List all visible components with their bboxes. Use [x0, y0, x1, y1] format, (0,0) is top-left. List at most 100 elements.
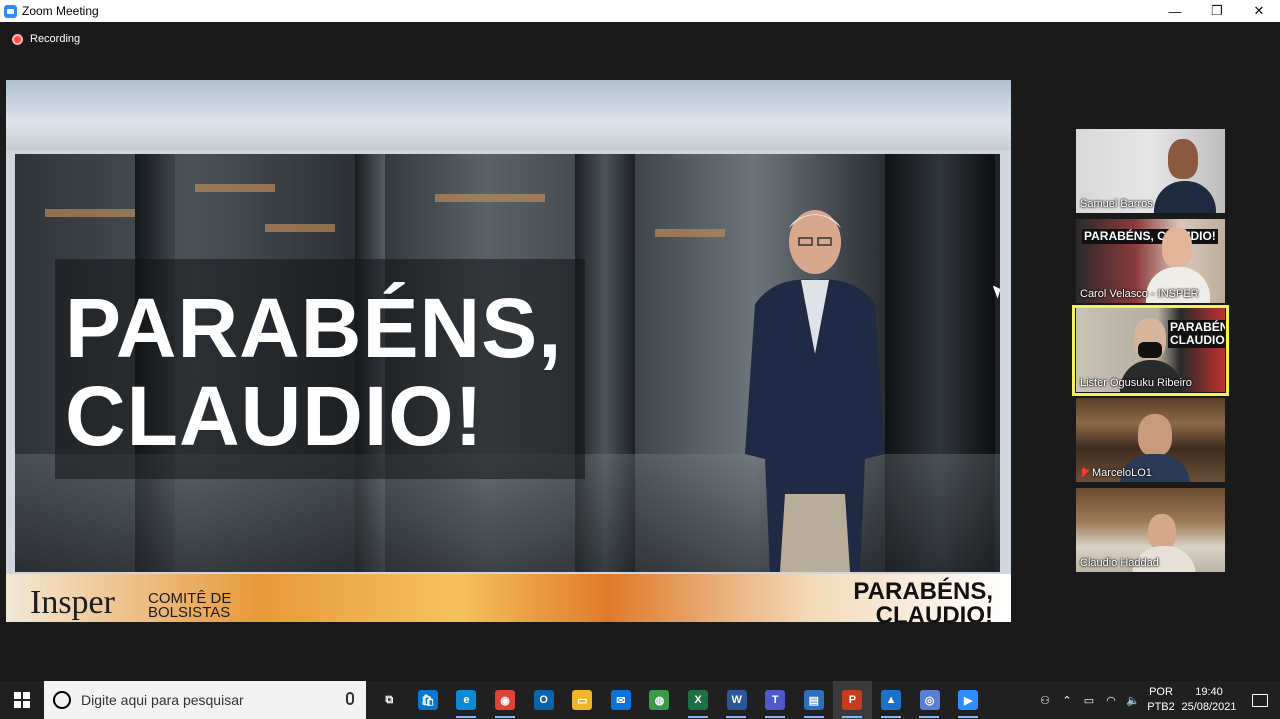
taskbar-app-window-button[interactable]: ▤ [795, 681, 834, 719]
input-language[interactable]: POR PTB2 [1144, 685, 1178, 715]
taskbar-zoom-button[interactable]: ▶ [949, 681, 988, 719]
light-reflection [195, 184, 275, 192]
outlook-icon: O [533, 690, 554, 710]
excel-icon: X [688, 690, 709, 710]
banner-headline-line-2: CLAUDIO! [875, 602, 993, 623]
zoom-icon: ▶ [958, 690, 979, 710]
taskbar-edge-button[interactable]: e [447, 681, 486, 719]
edge-icon: e [456, 690, 477, 710]
participant-tile[interactable]: Samuel Barros [1076, 129, 1225, 213]
word-icon: W [726, 690, 747, 710]
keyboard-layout: PTB2 [1147, 701, 1175, 713]
participant-face [1168, 139, 1198, 179]
taskbar-photos-button[interactable]: ▲ [872, 681, 911, 719]
taskbar-search[interactable]: Digite aqui para pesquisar [44, 681, 366, 719]
taskbar-network-globe-button[interactable]: ◍ [640, 681, 679, 719]
light-reflection [435, 194, 545, 202]
taskbar-word-button[interactable]: W [717, 681, 756, 719]
close-button[interactable]: ✕ [1238, 0, 1280, 22]
participant-name: Carol Velasco - INSPER [1080, 288, 1199, 300]
taskbar-cortana-button[interactable]: ◎ [910, 681, 949, 719]
clock-time: 19:40 [1195, 686, 1223, 698]
notification-icon [1252, 693, 1268, 707]
network-globe-icon: ◍ [649, 690, 670, 710]
notification-center-button[interactable] [1240, 681, 1280, 719]
light-reflection [265, 224, 335, 232]
taskbar-teams-button[interactable]: T [756, 681, 795, 719]
window-titlebar: Zoom Meeting — ❐ ✕ [0, 0, 1280, 22]
participant-face [1162, 227, 1192, 267]
participant-tile[interactable]: MarceloLO1 [1076, 398, 1225, 482]
participant-name: Claudio Haddad [1080, 557, 1159, 569]
banner-headline: PARABÉNS, CLAUDIO! [853, 578, 993, 623]
taskbar-clock[interactable]: 19:40 25/08/2021 [1178, 685, 1240, 715]
minimize-icon: — [1168, 3, 1182, 19]
taskbar-chrome-button[interactable]: ◉ [486, 681, 525, 719]
participant-face [1148, 514, 1176, 550]
chrome-icon: ◉ [495, 690, 516, 710]
participant-name: Samuel Barros [1080, 198, 1153, 210]
headline-line-1: PARABÉNS, [65, 281, 563, 375]
participant-tile[interactable]: Claudio Haddad [1076, 488, 1225, 572]
taskbar: Digite aqui para pesquisar ⧉ 🛍 e ◉ O ▭ ✉ ◍ X W T ▤ P… [0, 681, 1280, 719]
taskbar-task-view-button[interactable]: ⧉ [370, 681, 409, 719]
zoom-app-icon [4, 4, 17, 18]
close-icon: ✕ [1253, 3, 1265, 18]
wifi-icon[interactable]: ◠ [1100, 681, 1122, 719]
task-view-icon: ⧉ [379, 690, 400, 710]
taskbar-explorer-button[interactable]: ▭ [563, 681, 602, 719]
muted-mic-icon [1080, 468, 1088, 478]
volume-icon[interactable]: 🔈 [1122, 681, 1144, 719]
minimize-button[interactable]: — [1154, 0, 1196, 22]
recording-label: Recording [30, 33, 81, 45]
show-hidden-icons-chevron-icon[interactable]: ⌃ [1056, 681, 1078, 719]
taskbar-apps: ⧉ 🛍 e ◉ O ▭ ✉ ◍ X W T ▤ P ▲ ◎ ▶ [370, 681, 988, 719]
taskbar-store-button[interactable]: 🛍 [409, 681, 448, 719]
participant-tile[interactable]: PARABÉNS, CLAUDIO! Carol Velasco - INSPE… [1076, 219, 1225, 303]
record-icon [12, 33, 23, 45]
windows-logo-icon [14, 692, 30, 708]
clock-date: 25/08/2021 [1181, 701, 1237, 713]
sky-strip [6, 80, 1011, 150]
taskbar-outlook-button[interactable]: O [524, 681, 563, 719]
cortana-circle-icon [53, 691, 71, 709]
recording-indicator[interactable]: Recording [12, 33, 80, 45]
taskbar-mail-button[interactable]: ✉ [602, 681, 641, 719]
participant-body [1154, 181, 1216, 213]
photos-icon: ▲ [881, 690, 902, 710]
language-code: POR [1149, 686, 1173, 698]
restore-icon: ❐ [1211, 3, 1223, 18]
participant-face [1138, 414, 1172, 456]
search-placeholder: Digite aqui para pesquisar [81, 692, 244, 708]
battery-icon[interactable]: ▭ [1078, 681, 1100, 719]
explorer-icon: ▭ [572, 690, 593, 710]
light-reflection [45, 209, 135, 217]
slide-photo: PARABÉNS, CLAUDIO! [15, 154, 1000, 572]
banner-brand: Insper [30, 584, 115, 621]
banner-headline-line-1: PARABÉNS, [853, 578, 993, 605]
teams-icon: T [765, 690, 786, 710]
app-window-icon: ▤ [803, 690, 824, 710]
people-icon[interactable]: ⚇ [1034, 681, 1056, 719]
window-title: Zoom Meeting [22, 4, 99, 18]
meeting-area: Recording PARABÉNS, CLAUDIO! Insper COMI… [0, 22, 1280, 681]
store-icon: 🛍 [417, 690, 438, 710]
man-trousers [780, 494, 850, 572]
participant-name: MarceloLO1 [1080, 467, 1152, 479]
powerpoint-icon: P [842, 690, 863, 710]
participant-overlay-text: PARABÉNS, CLAUDIO! [1082, 229, 1218, 244]
banner-subtitle: COMITÊ DE BOLSISTAS [148, 591, 231, 621]
shared-screen: PARABÉNS, CLAUDIO! Insper COMITÊ DE BOLS… [6, 80, 1011, 622]
taskbar-powerpoint-button[interactable]: P [833, 681, 872, 719]
window-controls: — ❐ ✕ [1154, 0, 1280, 22]
restore-button[interactable]: ❐ [1196, 0, 1238, 22]
banner-subtitle-line-2: BOLSISTAS [148, 604, 231, 621]
microphone-icon[interactable] [346, 692, 354, 705]
slide-headline: PARABÉNS, CLAUDIO! [65, 284, 563, 460]
taskbar-excel-button[interactable]: X [679, 681, 718, 719]
man-portrait [745, 210, 885, 572]
slide-banner: Insper COMITÊ DE BOLSISTAS PARABÉNS, CLA… [6, 574, 1011, 622]
system-tray: ⚇ ⌃ ▭ ◠ 🔈 POR PTB2 19:40 25/08/2021 [1034, 681, 1280, 719]
mail-icon: ✉ [610, 690, 631, 710]
start-button[interactable] [0, 681, 44, 719]
